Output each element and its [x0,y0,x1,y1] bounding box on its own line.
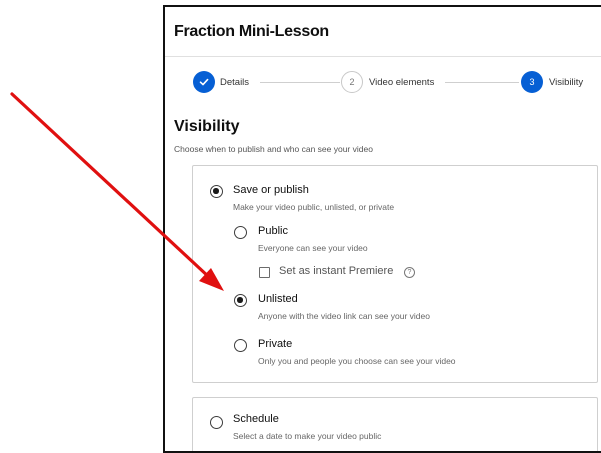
save-or-publish-label[interactable]: Save or publish [233,184,309,196]
schedule-radio[interactable] [210,416,223,429]
step-visibility[interactable]: 3 [521,71,543,93]
help-glyph: ? [407,269,412,276]
schedule-label[interactable]: Schedule [233,413,279,425]
dialog-title: Fraction Mini-Lesson [174,23,329,40]
public-description: Everyone can see your video [258,243,368,253]
help-circle-icon[interactable]: ? [404,267,415,278]
unlisted-description: Anyone with the video link can see your … [258,311,430,321]
step-video-elements-label[interactable]: Video elements [369,77,434,88]
step-details-label[interactable]: Details [220,77,249,88]
unlisted-radio[interactable] [234,294,247,307]
stepper-connector [445,82,519,83]
public-radio[interactable] [234,226,247,239]
private-label[interactable]: Private [258,338,292,350]
upload-dialog: Fraction Mini-Lesson Details 2 Video ele… [163,5,601,453]
save-or-publish-card: Save or publish Make your video public, … [192,165,598,383]
section-title: Visibility [174,118,240,135]
private-radio[interactable] [234,339,247,352]
stepper-connector [260,82,340,83]
section-subtitle: Choose when to publish and who can see y… [174,144,373,154]
public-label[interactable]: Public [258,225,288,237]
step-details[interactable] [193,71,215,93]
step-number: 3 [529,77,535,87]
schedule-description: Select a date to make your video public [233,431,382,441]
save-or-publish-description: Make your video public, unlisted, or pri… [233,202,395,212]
divider [165,56,601,57]
step-visibility-label[interactable]: Visibility [549,77,583,88]
instant-premiere-label[interactable]: Set as instant Premiere [279,265,393,277]
step-number: 2 [349,77,355,87]
instant-premiere-checkbox[interactable] [259,267,270,278]
save-or-publish-radio[interactable] [210,185,223,198]
unlisted-label[interactable]: Unlisted [258,293,298,305]
schedule-card: Schedule Select a date to make your vide… [192,397,598,451]
private-description: Only you and people you choose can see y… [258,356,456,366]
check-icon [199,78,209,86]
step-video-elements[interactable]: 2 [341,71,363,93]
